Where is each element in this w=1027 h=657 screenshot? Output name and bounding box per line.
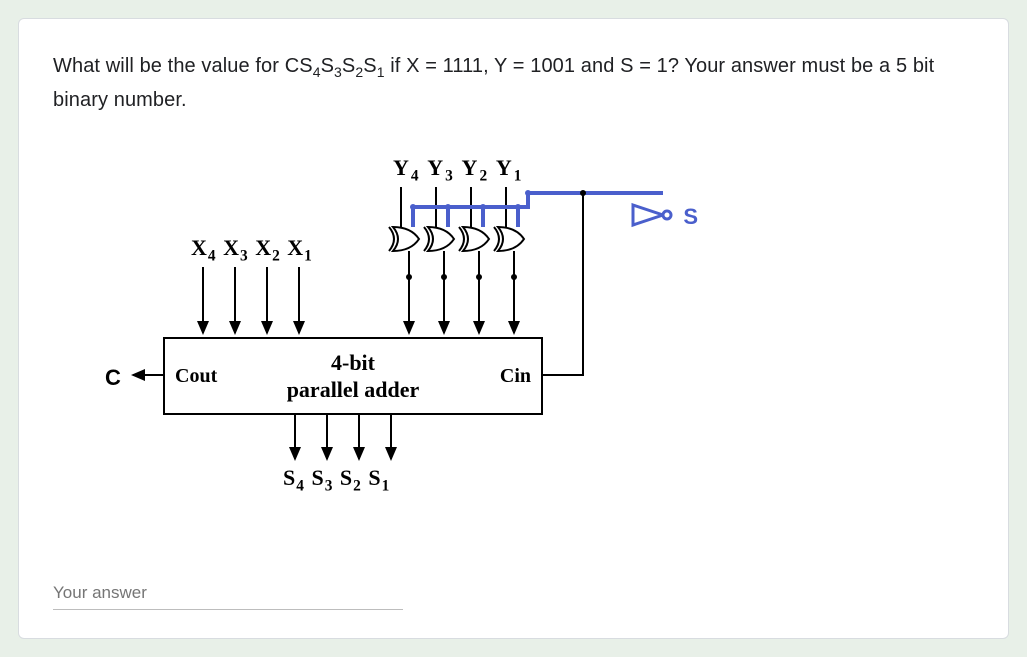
parallel-adder-box: Cout 4-bit parallel adder Cin xyxy=(163,337,543,415)
adder-label-line1: 4-bit xyxy=(331,350,375,375)
answer-row xyxy=(53,577,974,610)
s-output-labels: S4 S3 S2 S1 xyxy=(283,465,390,491)
question-text: What will be the value for CS4S3S2S1 if … xyxy=(53,49,974,117)
s-control-symbol: S xyxy=(683,204,698,230)
adder-label-line2: parallel adder xyxy=(287,377,420,402)
question-line: What will be the value for CS4S3S2S1 if … xyxy=(53,55,934,111)
adder-label: 4-bit parallel adder xyxy=(165,349,541,404)
wiring-svg xyxy=(63,147,703,507)
question-card: What will be the value for CS4S3S2S1 if … xyxy=(18,18,1009,639)
cin-label: Cin xyxy=(500,365,531,388)
circuit-diagram: Y4 Y3 Y2 Y1 X4 X3 X2 X1 S4 S3 S2 S1 C S … xyxy=(63,147,703,507)
answer-input[interactable] xyxy=(53,577,403,610)
y-input-labels: Y4 Y3 Y2 Y1 xyxy=(393,155,523,181)
cout-label: Cout xyxy=(175,365,217,388)
x-input-labels: X4 X3 X2 X1 xyxy=(191,235,313,261)
c-output-symbol: C xyxy=(105,365,121,391)
